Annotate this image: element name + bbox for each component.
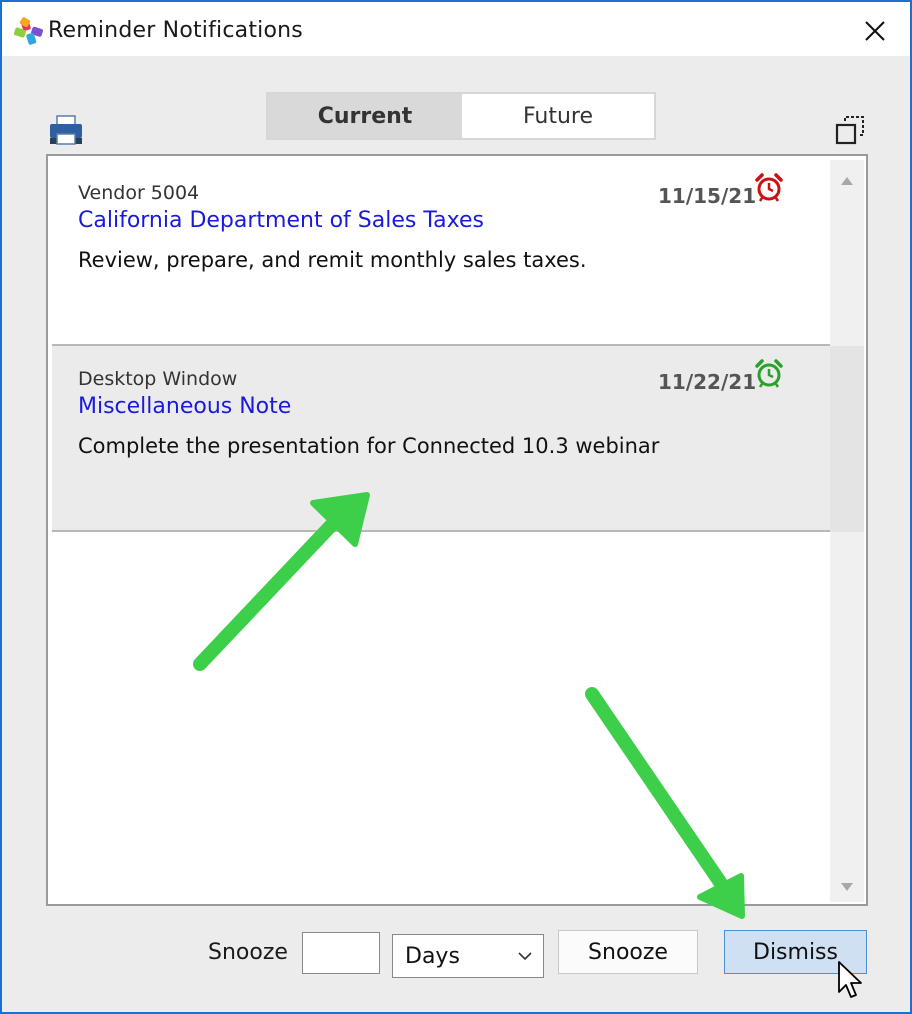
snooze-amount-input[interactable]	[302, 932, 380, 974]
alarm-clock-icon[interactable]	[754, 358, 784, 388]
reminder-title-link[interactable]: Miscellaneous Note	[78, 394, 291, 419]
reminder-description: Complete the presentation for Connected …	[78, 434, 660, 458]
snooze-label: Snooze	[208, 940, 288, 965]
reminder-item[interactable]: Vendor 5004 California Department of Sal…	[52, 160, 830, 346]
reminder-source: Vendor 5004	[78, 182, 200, 204]
scroll-up-icon[interactable]	[838, 174, 856, 188]
snooze-unit-value: Days	[405, 944, 460, 969]
alarm-clock-icon[interactable]	[754, 172, 784, 202]
tab-current[interactable]: Current	[268, 94, 462, 138]
snooze-unit-select[interactable]: Days	[392, 934, 544, 978]
reminder-list: Vendor 5004 California Department of Sal…	[46, 154, 868, 906]
title-bar: Reminder Notifications	[2, 2, 910, 56]
popout-window-icon[interactable]	[834, 114, 866, 146]
snooze-button[interactable]: Snooze	[558, 930, 698, 974]
reminder-description: Review, prepare, and remit monthly sales…	[78, 248, 587, 272]
reminder-items: Vendor 5004 California Department of Sal…	[52, 160, 830, 902]
mouse-cursor-icon	[838, 961, 862, 998]
close-icon[interactable]	[862, 18, 888, 44]
scroll-down-icon[interactable]	[838, 880, 856, 894]
colorful-pinwheel-icon	[13, 17, 43, 45]
chevron-down-icon	[518, 952, 532, 961]
reminder-source: Desktop Window	[78, 368, 238, 390]
reminder-window: Reminder Notifications Current Future Ve…	[0, 0, 912, 1014]
reminder-item[interactable]: Desktop Window Miscellaneous Note Comple…	[52, 346, 830, 532]
vertical-scrollbar[interactable]	[830, 160, 864, 902]
tab-future[interactable]: Future	[462, 94, 654, 138]
reminder-date: 11/22/21	[658, 370, 757, 394]
reminder-title-link[interactable]: California Department of Sales Taxes	[78, 208, 484, 233]
tab-group: Current Future	[266, 92, 656, 140]
reminder-date: 11/15/21	[658, 184, 757, 208]
printer-icon[interactable]	[48, 114, 84, 146]
scroll-thumb[interactable]	[830, 346, 864, 532]
window-title: Reminder Notifications	[48, 18, 303, 43]
